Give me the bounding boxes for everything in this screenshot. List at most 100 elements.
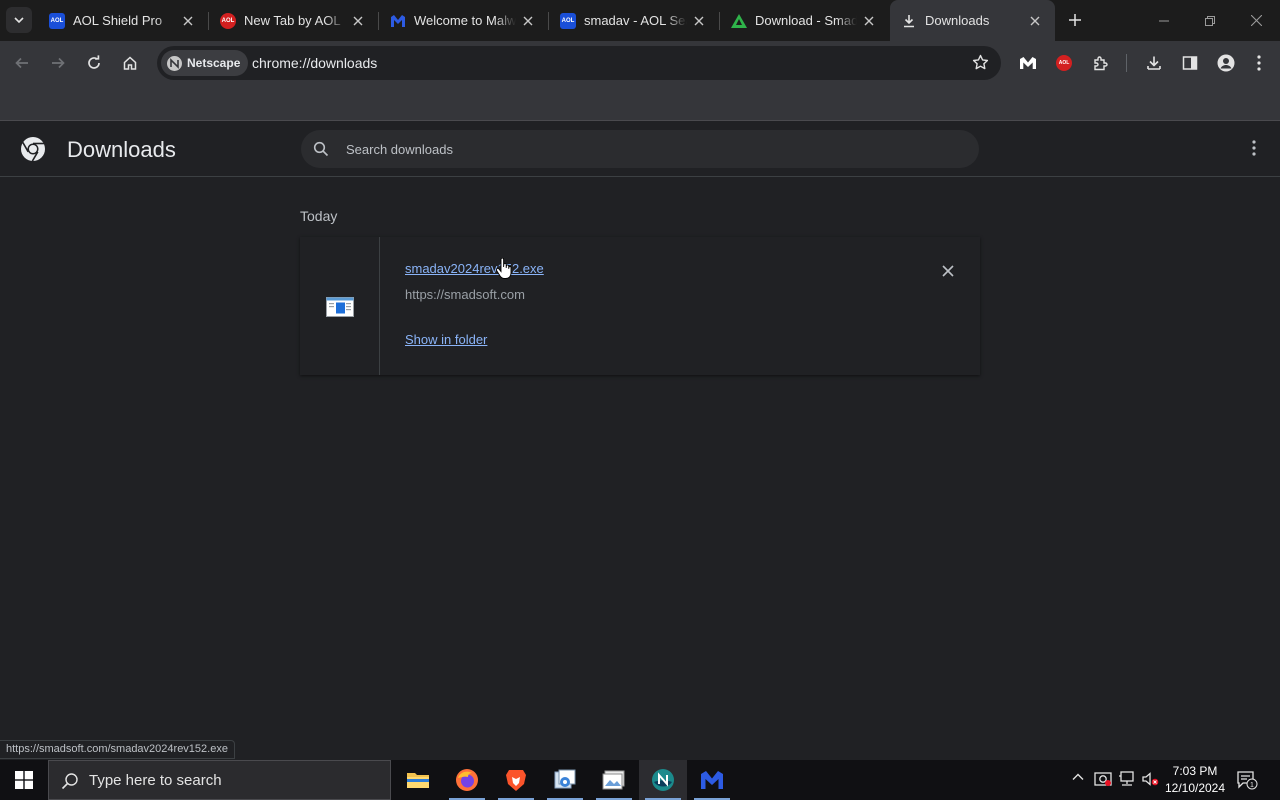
chevron-down-icon (14, 17, 24, 24)
network-icon[interactable] (1118, 770, 1136, 793)
close-icon[interactable] (520, 13, 536, 29)
malwarebytes-extension-icon[interactable] (1014, 49, 1042, 77)
aol-icon: AOL (49, 12, 65, 29)
windows-logo-icon (15, 771, 33, 789)
exe-file-icon (326, 297, 354, 322)
extensions-puzzle-icon[interactable] (1086, 49, 1114, 77)
notification-center-icon[interactable]: 1 (1236, 770, 1258, 795)
taskbar-search-placeholder: Type here to search (89, 772, 222, 789)
arrow-left-icon (15, 57, 28, 69)
close-icon[interactable] (691, 13, 707, 29)
address-bar[interactable]: Netscape chrome://downloads (157, 46, 1001, 80)
firefox-icon (456, 769, 478, 791)
side-panel-button[interactable] (1176, 49, 1204, 77)
installer-icon (554, 769, 576, 789)
chrome-logo-icon (20, 136, 46, 167)
photo-icon (602, 770, 625, 790)
profile-button[interactable] (1212, 49, 1240, 77)
home-icon (123, 56, 137, 70)
file-explorer-taskbar-button[interactable] (394, 760, 442, 800)
date-group-heading: Today (300, 208, 338, 224)
close-icon[interactable] (350, 13, 366, 29)
link-status-bubble: https://smadsoft.com/smadav2024rev152.ex… (0, 740, 235, 759)
image-viewer-taskbar-button[interactable] (590, 760, 638, 800)
malwarebytes-taskbar-button[interactable] (688, 760, 736, 800)
malwarebytes-icon (701, 771, 723, 789)
download-origin-url: https://smadsoft.com (405, 287, 525, 302)
tab-download-smadav[interactable]: Download - Smadav (720, 0, 889, 41)
hand-cursor-icon (495, 257, 512, 285)
tab-search-button[interactable] (6, 7, 32, 33)
minimize-icon (1159, 20, 1169, 21)
close-icon (1250, 15, 1262, 26)
system-clock[interactable]: 7:03 PM 12/10/2024 (1160, 763, 1230, 797)
browser-toolbar: Netscape chrome://downloads AOL (0, 41, 1280, 85)
more-vertical-icon (1257, 55, 1261, 71)
aol-icon: AOL (560, 12, 576, 29)
download-item: smadav2024rev152.exe https://smadsoft.co… (300, 237, 980, 375)
reload-icon (88, 55, 100, 69)
netscape-icon (652, 769, 674, 791)
tab-strip: AOL AOL Shield Pro AOL New Tab by AOL We… (0, 0, 1280, 41)
netscape-taskbar-button[interactable] (639, 760, 687, 800)
back-button[interactable] (8, 49, 36, 77)
bookmark-star-icon[interactable] (972, 54, 989, 76)
home-button[interactable] (116, 49, 144, 77)
search-icon (313, 141, 329, 162)
restore-icon (1205, 15, 1215, 26)
show-in-folder-link[interactable]: Show in folder (405, 332, 487, 347)
reload-button[interactable] (80, 49, 108, 77)
more-vertical-icon[interactable] (1252, 140, 1256, 161)
start-button[interactable] (0, 760, 48, 800)
notification-count: 1 (1250, 782, 1254, 789)
folder-icon (407, 773, 429, 788)
security-tray-icon[interactable] (1094, 770, 1112, 793)
taskbar-search-box[interactable]: Type here to search (48, 760, 391, 800)
tab-aol-search[interactable]: AOL smadav - AOL Search (549, 0, 719, 41)
new-tab-button[interactable] (1064, 9, 1086, 31)
site-chip[interactable]: Netscape (161, 50, 249, 76)
toolbar-divider (1126, 54, 1127, 72)
aol-red-icon: AOL (220, 12, 236, 29)
downloads-header: Downloads (0, 122, 1280, 177)
plus-icon (1069, 14, 1081, 26)
remove-download-icon[interactable] (942, 264, 954, 282)
restore-button[interactable] (1187, 0, 1233, 41)
brave-taskbar-button[interactable] (492, 760, 540, 800)
firefox-taskbar-button[interactable] (443, 760, 491, 800)
bookmarks-bar (0, 85, 1280, 121)
netscape-icon (167, 55, 182, 71)
brave-lion-icon (506, 770, 526, 791)
minimize-button[interactable] (1141, 0, 1187, 41)
clock-time: 7:03 PM (1172, 764, 1218, 778)
close-icon[interactable] (180, 13, 196, 29)
forward-button[interactable] (44, 49, 72, 77)
windows-taskbar: Type here to search 7:03 PM 12/10/2024 1 (0, 760, 1280, 800)
page-title: Downloads (67, 137, 176, 162)
download-icon (1147, 56, 1161, 70)
aol-extension-icon[interactable]: AOL (1050, 49, 1078, 77)
close-window-button[interactable] (1233, 0, 1279, 41)
download-icon (901, 13, 917, 29)
download-filename-link[interactable]: smadav2024rev152.exe (405, 261, 544, 276)
tab-downloads[interactable]: Downloads (890, 0, 1055, 41)
profile-icon (1217, 54, 1235, 72)
volume-muted-icon[interactable] (1141, 770, 1159, 793)
arrow-right-icon (52, 57, 65, 69)
close-icon[interactable] (1027, 13, 1043, 29)
installer-taskbar-button[interactable] (541, 760, 589, 800)
search-downloads-input[interactable] (346, 139, 946, 159)
download-item-icon-column (300, 237, 380, 375)
smadav-icon (731, 13, 747, 29)
close-icon[interactable] (861, 13, 877, 29)
downloads-button[interactable] (1140, 49, 1168, 77)
url-text[interactable]: chrome://downloads (252, 55, 377, 71)
side-panel-icon (1182, 56, 1198, 70)
tab-new-tab-aol[interactable]: AOL New Tab by AOL (209, 0, 378, 41)
tab-malwarebytes[interactable]: Welcome to Malwarebytes (379, 0, 548, 41)
chevron-up-icon[interactable] (1071, 770, 1085, 789)
browser-menu-button[interactable] (1245, 49, 1273, 77)
search-downloads-box[interactable] (301, 130, 979, 168)
tab-aol-shield[interactable]: AOL AOL Shield Pro (38, 0, 208, 41)
site-chip-label: Netscape (187, 56, 241, 70)
